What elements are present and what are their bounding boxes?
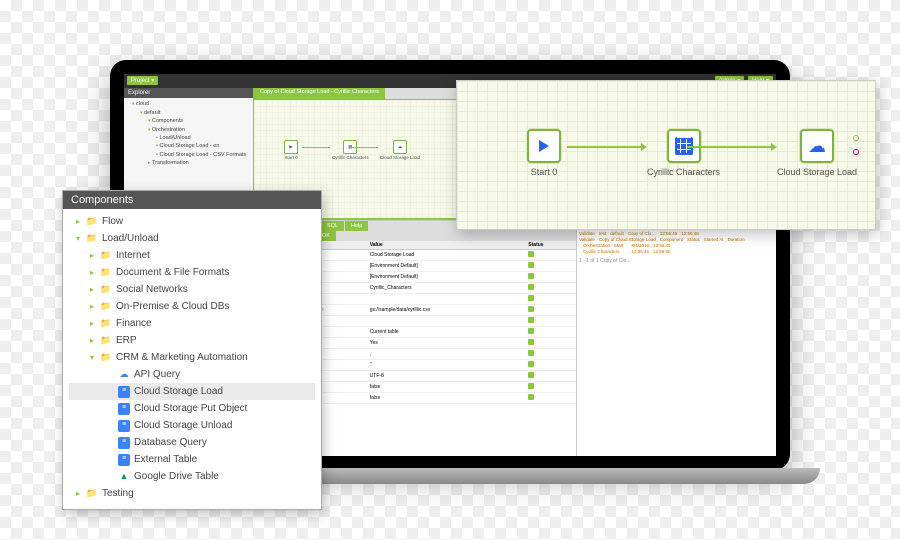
tab[interactable]: Help bbox=[345, 221, 368, 231]
tab[interactable]: SQL bbox=[321, 221, 344, 231]
folder-icon: 📁 bbox=[86, 233, 98, 245]
flow-node[interactable]: Cyrillic Characters bbox=[647, 129, 720, 177]
task-row[interactable]: ValidateCopy of Cloud Storage LoadCompon… bbox=[579, 237, 774, 242]
component-item[interactable]: ▸📁Internet bbox=[69, 247, 315, 264]
components-window[interactable]: Components ▸📁Flow▾📁Load/Unload▸📁Internet… bbox=[62, 190, 322, 510]
component-label: API Query bbox=[134, 367, 180, 382]
folder-icon: 📁 bbox=[100, 267, 112, 279]
component-item[interactable]: ▸📁Document & File Formats bbox=[69, 264, 315, 281]
cloud-icon: ☁ bbox=[393, 140, 407, 154]
task-row[interactable]: Cyrillic Characters12:56:4512:56:50 bbox=[579, 249, 774, 254]
blue-icon: ≡ bbox=[118, 437, 130, 449]
component-item[interactable]: ▲ Google Drive Table bbox=[69, 468, 315, 485]
component-label: Document & File Formats bbox=[116, 265, 229, 280]
blue-icon: ≡ bbox=[118, 386, 130, 398]
folder-icon: 📁 bbox=[100, 335, 112, 347]
component-item[interactable]: ▾📁CRM & Marketing Automation bbox=[69, 349, 315, 366]
canvas-zoom-window: Start 0 Cyrillic Characters ☁Cloud Storage… bbox=[456, 80, 876, 230]
component-label: Google Drive Table bbox=[134, 469, 219, 484]
node-cyrillic[interactable]: ▦Cyrillic Characters bbox=[332, 140, 369, 160]
component-item[interactable]: ☁ API Query bbox=[69, 366, 315, 383]
flow-node[interactable]: ☁Cloud Storage Load bbox=[777, 129, 857, 177]
folder-icon: 📁 bbox=[86, 488, 98, 500]
component-item[interactable]: ▾📁Load/Unload bbox=[69, 230, 315, 247]
components-title: Components bbox=[63, 191, 321, 209]
component-label: On-Premise & Cloud DBs bbox=[116, 299, 229, 314]
component-item[interactable]: ▸📁Finance bbox=[69, 315, 315, 332]
tree-item[interactable]: Cloud Storage Load - en bbox=[126, 142, 251, 150]
component-item[interactable]: ▸📁On-Premise & Cloud DBs bbox=[69, 298, 315, 315]
component-item[interactable]: ▸📁Flow bbox=[69, 213, 315, 230]
flow-node[interactable]: Start 0 bbox=[527, 129, 561, 177]
cloud-icon: ☁ bbox=[118, 369, 130, 381]
component-label: Cloud Storage Unload bbox=[134, 418, 232, 433]
explorer-tree[interactable]: clouddefaultComponentsOrchestrationLoad/… bbox=[124, 98, 253, 169]
tasks-summary: 1 - 1 of 1 Copy of Clo… bbox=[579, 258, 774, 264]
blue-icon: ≡ bbox=[118, 403, 130, 415]
play-icon: ▶ bbox=[284, 140, 298, 154]
tasks-panel: TaskEnvironmentVersionJobQueuedCompleted… bbox=[576, 221, 776, 456]
component-label: Cloud Storage Load bbox=[134, 384, 223, 399]
component-item[interactable]: ≡ External Table bbox=[69, 451, 315, 468]
component-label: Flow bbox=[102, 214, 123, 229]
folder-icon: 📁 bbox=[100, 352, 112, 364]
folder-icon: 📁 bbox=[100, 301, 112, 313]
folder-icon: 📁 bbox=[100, 318, 112, 330]
folder-icon: 📁 bbox=[100, 250, 112, 262]
components-tree[interactable]: ▸📁Flow▾📁Load/Unload▸📁Internet▸📁Document … bbox=[63, 209, 321, 506]
project-menu[interactable]: Project ▾ bbox=[127, 76, 158, 85]
node-cloud-storage[interactable]: ☁Cloud Storage Load bbox=[380, 140, 420, 160]
task-row[interactable]: ValidatetestdefaultCopy of Clo…12:56:451… bbox=[579, 231, 774, 236]
component-label: External Table bbox=[134, 452, 197, 467]
component-label: Load/Unload bbox=[102, 231, 159, 246]
tree-item[interactable]: Transformation bbox=[126, 159, 251, 168]
cloud-icon: ☁ bbox=[800, 129, 834, 163]
task-row[interactable]: OrchestrationStart8/4/201612:56:45 bbox=[579, 243, 774, 248]
component-label: Cloud Storage Put Object bbox=[134, 401, 247, 416]
canvas-tab[interactable]: Copy of Cloud Storage Load - Cyrillic Ch… bbox=[254, 88, 385, 99]
component-item[interactable]: ≡ Cloud Storage Put Object bbox=[69, 400, 315, 417]
connector-arrow bbox=[687, 146, 773, 148]
component-item[interactable]: ≡ Cloud Storage Unload bbox=[69, 417, 315, 434]
connector bbox=[350, 147, 378, 148]
tree-item[interactable]: Components bbox=[126, 117, 251, 126]
play-icon bbox=[527, 129, 561, 163]
explorer-title: Explorer bbox=[124, 88, 253, 98]
component-item[interactable]: ▸📁Social Networks bbox=[69, 281, 315, 298]
component-label: Testing bbox=[102, 486, 134, 501]
connector-arrow bbox=[567, 146, 643, 148]
blue-icon: ≡ bbox=[118, 420, 130, 432]
component-label: Social Networks bbox=[116, 282, 188, 297]
component-item[interactable]: ≡ Cloud Storage Load bbox=[69, 383, 315, 400]
folder-icon: 📁 bbox=[86, 216, 98, 228]
component-label: Finance bbox=[116, 316, 152, 331]
component-label: Internet bbox=[116, 248, 150, 263]
component-item[interactable]: ≡ Database Query bbox=[69, 434, 315, 451]
folder-icon: 📁 bbox=[100, 284, 112, 296]
gd-icon: ▲ bbox=[118, 471, 130, 483]
component-label: CRM & Marketing Automation bbox=[116, 350, 248, 365]
component-label: ERP bbox=[116, 333, 137, 348]
node-start[interactable]: ▶Start 0 bbox=[284, 140, 298, 160]
tree-item[interactable]: Orchestration bbox=[126, 126, 251, 135]
tree-item[interactable]: Cloud Storage Load - CSV Formats bbox=[126, 151, 251, 159]
tree-item[interactable]: default bbox=[126, 109, 251, 118]
tree-item[interactable]: cloud bbox=[126, 100, 251, 109]
blue-icon: ≡ bbox=[118, 454, 130, 466]
component-label: Database Query bbox=[134, 435, 207, 450]
tree-item[interactable]: Load/Unload bbox=[126, 134, 251, 142]
component-item[interactable]: ▸📁Testing bbox=[69, 485, 315, 502]
component-item[interactable]: ▸📁ERP bbox=[69, 332, 315, 349]
connector bbox=[302, 147, 330, 148]
